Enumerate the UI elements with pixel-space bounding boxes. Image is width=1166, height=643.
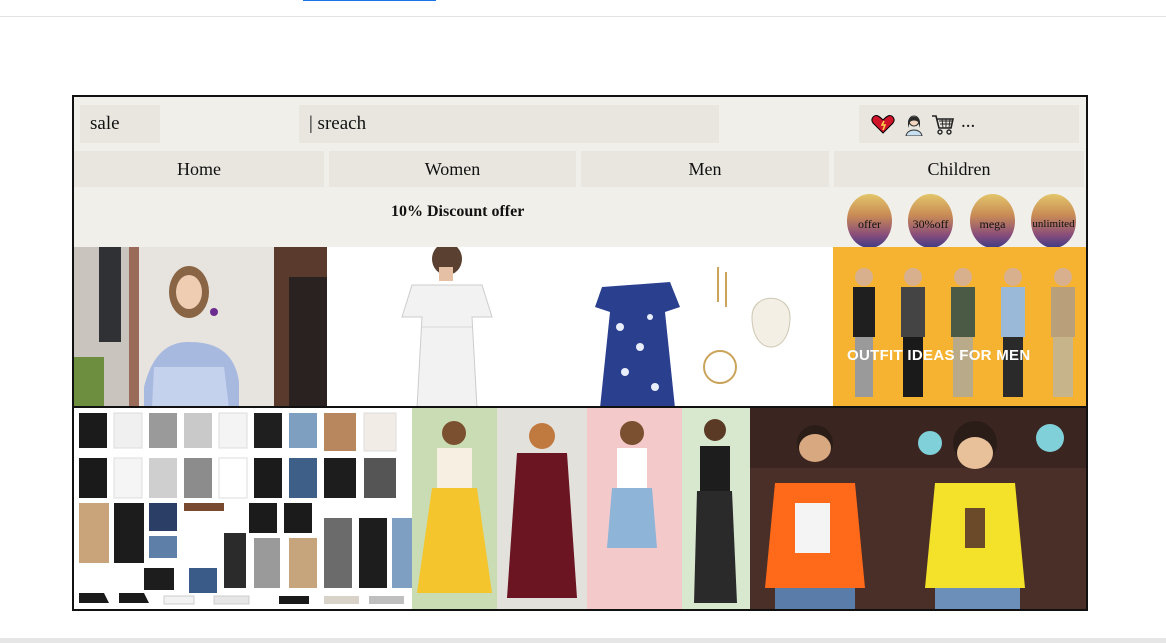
gallery-row-2 [72, 406, 1088, 611]
white-dress-photo [327, 247, 580, 408]
bottom-scrollbar[interactable] [0, 638, 1166, 643]
badge-30-off[interactable]: 30%off [908, 194, 953, 248]
main-nav: Home Women Men Children [74, 149, 1086, 187]
girls-fashion-photo [412, 408, 750, 609]
woman-street-photo [74, 247, 327, 408]
nav-children[interactable]: Children [834, 151, 1084, 187]
floral-dress-photo [580, 247, 833, 408]
search-input[interactable]: | sreach [299, 105, 719, 143]
men-outfit-banner [833, 247, 1086, 408]
user-icon[interactable] [903, 114, 925, 142]
men-outfit-tile[interactable]: OUTFIT IDEAS FOR MEN [833, 247, 1086, 408]
girls-fashion-tile[interactable] [412, 408, 750, 609]
nav-men[interactable]: Men [581, 151, 829, 187]
boys-fashion-tile[interactable] [750, 408, 1086, 609]
capsule-wardrobe-tile[interactable] [74, 408, 412, 609]
women-photo-tile[interactable] [74, 247, 327, 408]
discount-offer-text: 10% Discount offer [391, 203, 525, 220]
clipped-link-fragment[interactable] [303, 0, 436, 1]
header-icons: ... [859, 105, 1079, 143]
badge-mega[interactable]: mega [970, 194, 1015, 248]
white-dress-tile[interactable] [327, 247, 580, 408]
browser-top-strip [0, 0, 1166, 17]
more-menu[interactable]: ... [961, 111, 975, 133]
nav-women[interactable]: Women [329, 151, 576, 187]
floral-dress-tile[interactable] [580, 247, 833, 408]
promo-bar: 10% Discount offer offer 30%off mega unl… [74, 189, 1086, 248]
boys-fashion-photo [750, 408, 1086, 609]
sale-button[interactable]: sale [80, 105, 160, 143]
capsule-wardrobe-photo [74, 408, 412, 609]
heart-icon[interactable] [871, 114, 895, 140]
cart-icon[interactable] [931, 114, 955, 142]
sale-label: sale [90, 113, 120, 134]
badge-unlimited[interactable]: unlimited [1031, 194, 1076, 248]
search-placeholder: | sreach [309, 113, 367, 134]
badge-offer[interactable]: offer [847, 194, 892, 248]
shop-panel: sale | sreach ... Home Women Men Childre… [72, 95, 1088, 408]
mens-banner-caption: OUTFIT IDEAS FOR MEN [847, 347, 1031, 364]
header-bar: sale | sreach ... [74, 97, 1086, 149]
nav-home[interactable]: Home [74, 151, 324, 187]
